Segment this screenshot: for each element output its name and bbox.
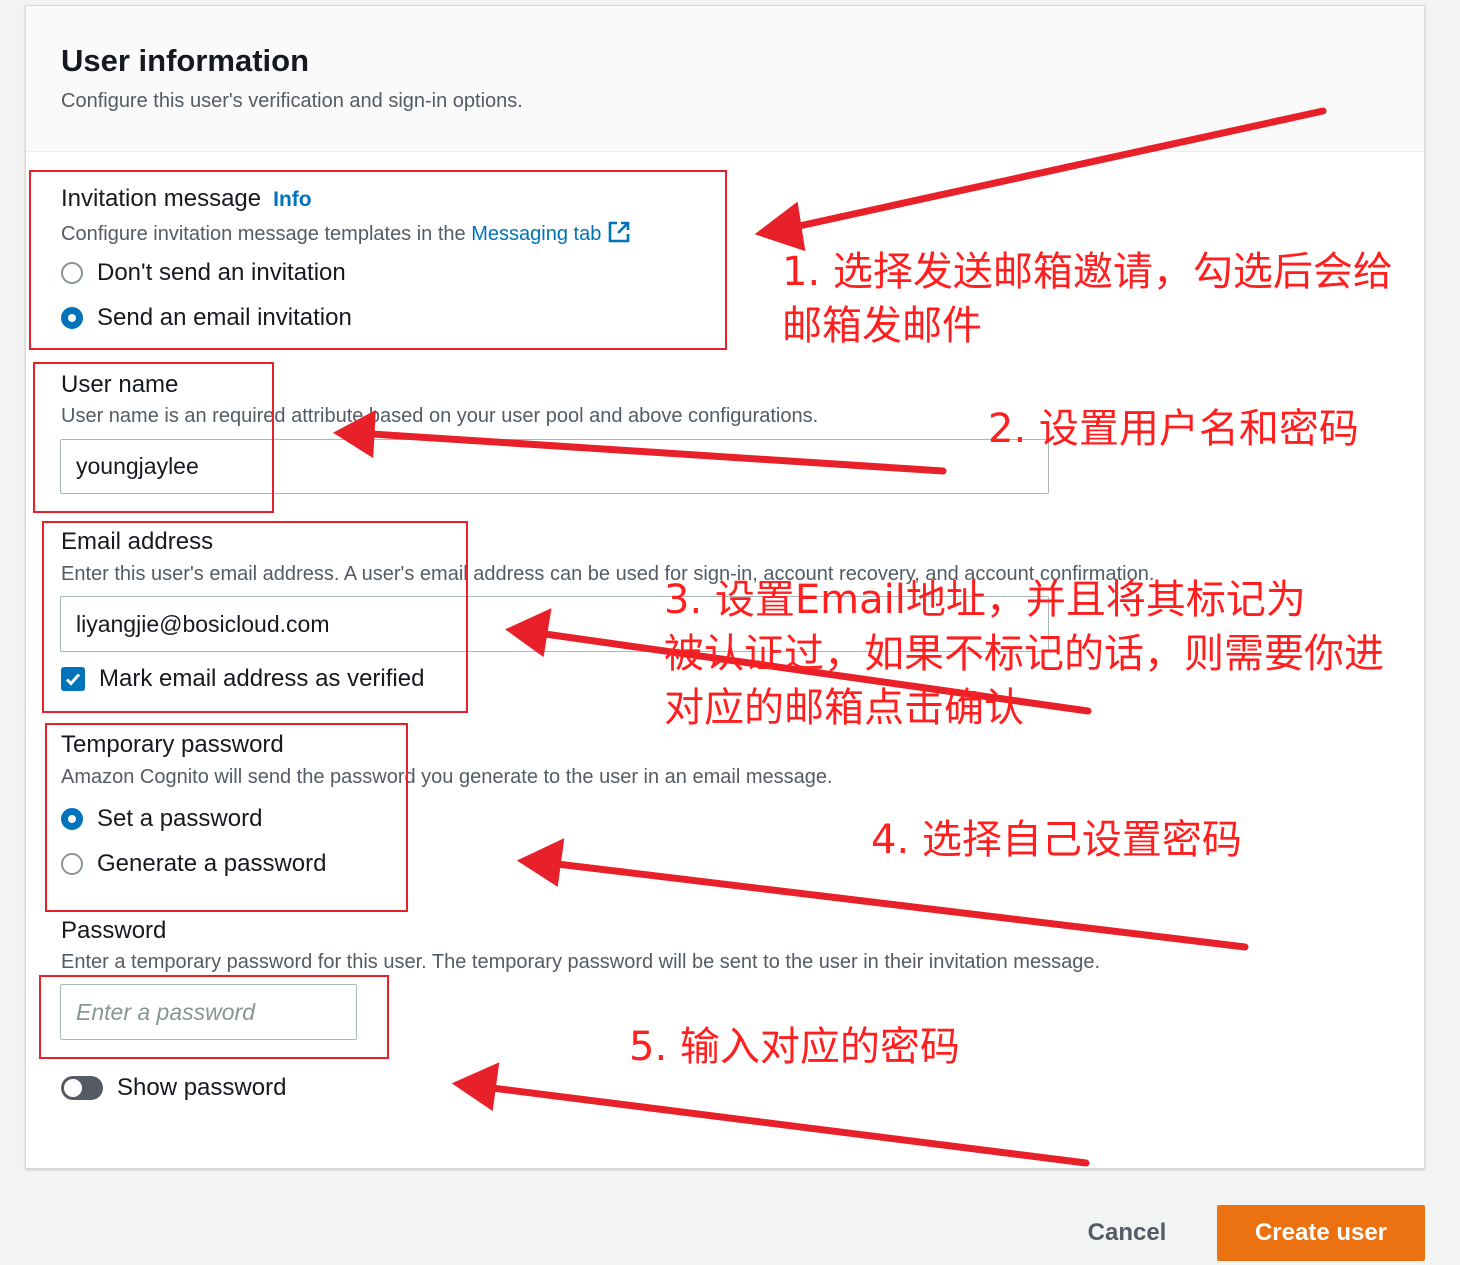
messaging-tab-link[interactable]: Messaging tab (471, 223, 601, 245)
radio-generate-password[interactable]: Generate a password (61, 850, 326, 878)
page-title: User information (61, 43, 310, 78)
annotation-3-line-3: 对应的邮箱点击确认 (664, 685, 1024, 731)
toggle-switch-icon[interactable] (61, 1076, 103, 1100)
annotation-text-5: 5. 输入对应的密码 (629, 1024, 960, 1070)
radio-label: Generate a password (97, 850, 327, 877)
password-description: Enter a temporary password for this user… (61, 951, 1101, 973)
annotation-3-line-1: 3. 设置Email地址，并且将其标记为 (664, 577, 1306, 623)
user-name-input[interactable] (60, 439, 1049, 494)
radio-set-password[interactable]: Set a password (61, 805, 262, 833)
email-address-label: Email address (61, 528, 214, 555)
panel-header (26, 6, 1424, 152)
invitation-desc-text: Configure invitation message templates i… (61, 223, 472, 245)
external-link-icon[interactable] (607, 220, 631, 250)
radio-label: Send an email invitation (97, 304, 352, 331)
checkbox-label: Mark email address as verified (99, 665, 425, 692)
cancel-button[interactable]: Cancel (1070, 1208, 1184, 1258)
show-password-toggle[interactable]: Show password (61, 1074, 286, 1102)
radio-unchecked-icon[interactable] (61, 262, 83, 284)
radio-label: Set a password (97, 805, 263, 832)
user-name-label: User name (61, 371, 179, 398)
radio-send-email-invitation[interactable]: Send an email invitation (61, 304, 352, 332)
create-user-button[interactable]: Create user (1217, 1205, 1425, 1261)
annotation-text-2: 2. 设置用户名和密码 (988, 406, 1359, 452)
radio-checked-icon[interactable] (61, 307, 83, 329)
annotation-text-3: 3. 设置Email地址，并且将其标记为 被认证过，如果不标记的话，则需要你进 … (664, 573, 1384, 735)
checkbox-checked-icon[interactable] (61, 667, 85, 691)
user-name-description: User name is an required attribute based… (61, 405, 819, 427)
password-input[interactable] (60, 984, 357, 1040)
invitation-label-text: Invitation message (61, 185, 262, 212)
annotation-text-1: 1. 选择发送邮箱邀请，勾选后会给 邮箱发邮件 (782, 245, 1393, 353)
radio-unchecked-icon[interactable] (61, 853, 83, 875)
toggle-label: Show password (117, 1074, 287, 1101)
info-link[interactable]: Info (273, 188, 311, 211)
password-label: Password (61, 917, 167, 944)
mark-email-verified-checkbox[interactable]: Mark email address as verified (61, 665, 424, 693)
radio-dont-send-invitation[interactable]: Don't send an invitation (61, 259, 346, 287)
radio-label: Don't send an invitation (97, 259, 346, 286)
annotation-text-4: 4. 选择自己设置密码 (871, 817, 1242, 863)
temporary-password-label: Temporary password (61, 731, 284, 758)
page-subtitle: Configure this user's verification and s… (61, 90, 523, 112)
annotation-1-line-2: 邮箱发邮件 (782, 303, 982, 349)
invitation-message-label: Invitation message Info (61, 185, 312, 213)
radio-checked-icon[interactable] (61, 808, 83, 830)
annotation-3-line-2: 被认证过，如果不标记的话，则需要你进 (664, 631, 1384, 677)
invitation-description: Configure invitation message templates i… (61, 220, 631, 250)
temporary-password-description: Amazon Cognito will send the password yo… (61, 766, 833, 788)
annotation-1-line-1: 1. 选择发送邮箱邀请，勾选后会给 (782, 249, 1393, 295)
